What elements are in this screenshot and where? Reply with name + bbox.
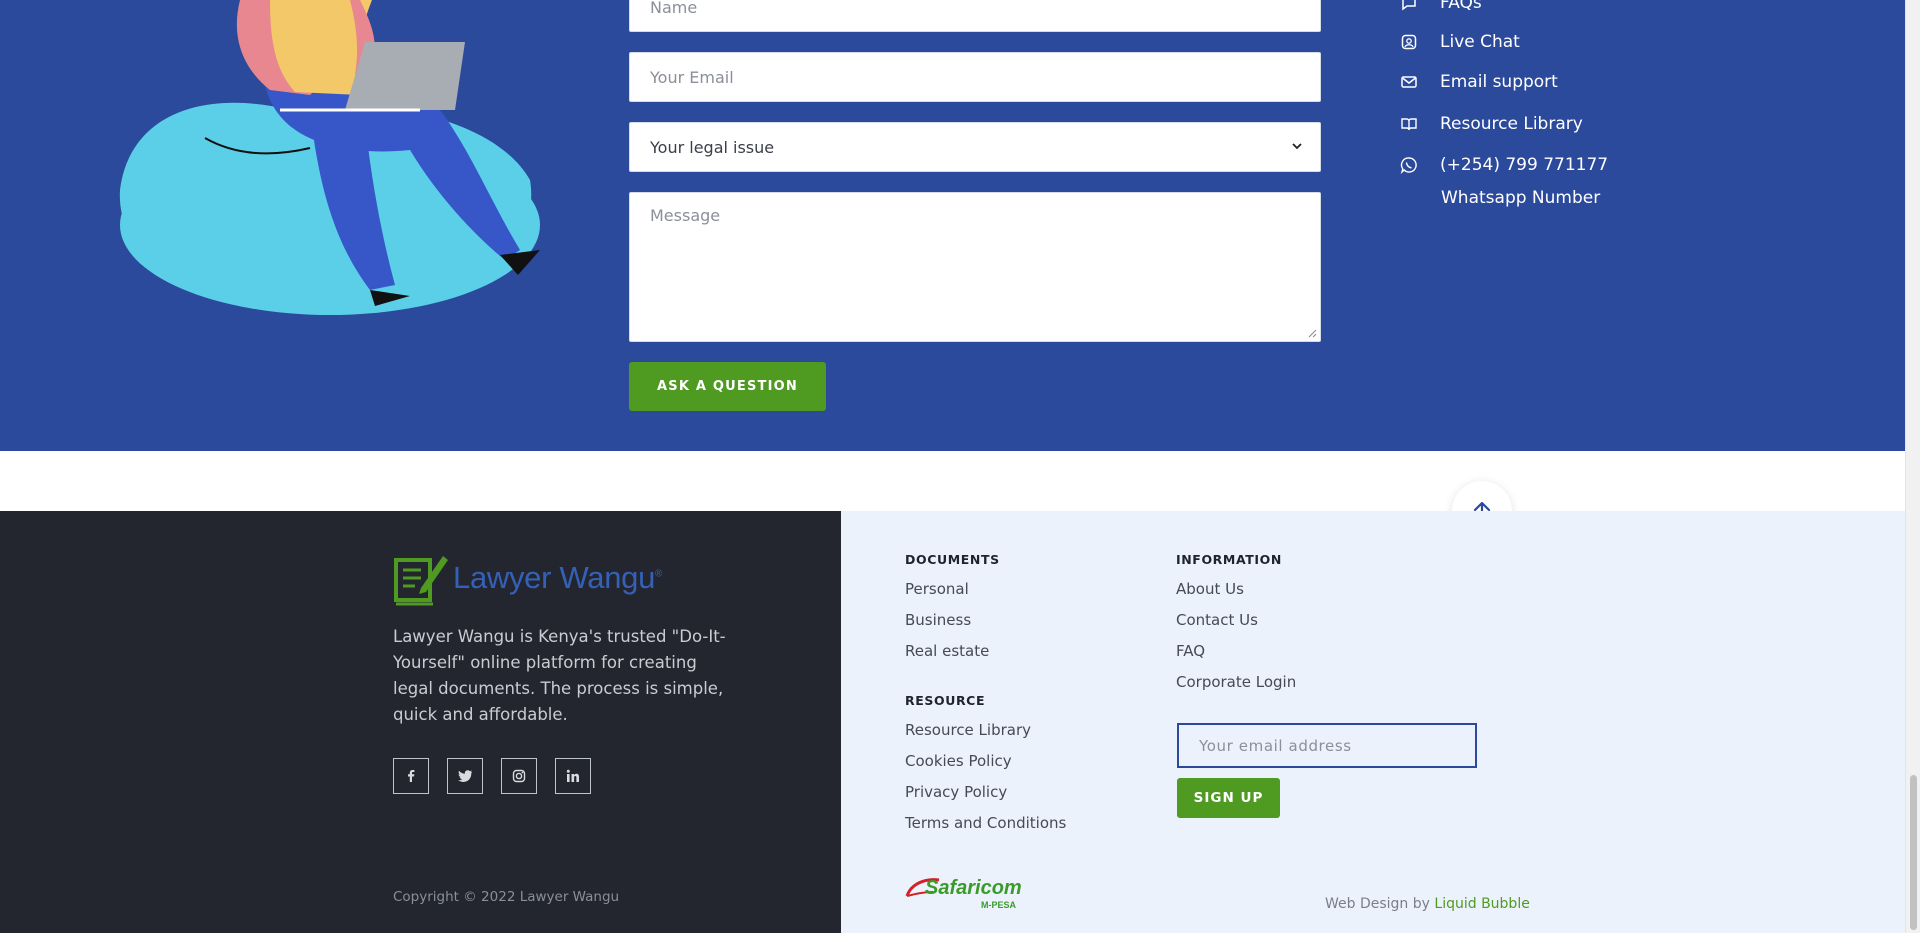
book-icon	[1401, 118, 1417, 131]
resource-library-link[interactable]: Resource Library	[1400, 114, 1583, 134]
information-link-corporate-login[interactable]: Corporate Login	[1176, 673, 1296, 691]
information-link-contact[interactable]: Contact Us	[1176, 611, 1258, 629]
legal-issue-select[interactable]: Your legal issue	[629, 122, 1321, 172]
newsletter-email-input[interactable]: Your email address	[1177, 723, 1477, 768]
registered-mark: ®	[655, 568, 663, 580]
resource-library-label: Resource Library	[1440, 114, 1583, 134]
envelope-icon	[1401, 76, 1417, 88]
resource-link-cookies[interactable]: Cookies Policy	[905, 752, 1012, 770]
whatsapp-link[interactable]: (+254) 799 771177	[1400, 155, 1608, 175]
footer-logo[interactable]: Lawyer Wangu®	[393, 550, 662, 606]
documents-link-real-estate[interactable]: Real estate	[905, 642, 989, 660]
documents-heading: DOCUMENTS	[905, 552, 1000, 567]
whatsapp-label: Whatsapp Number	[1441, 188, 1601, 208]
instagram-icon	[512, 769, 526, 783]
scrollbar-thumb[interactable]	[1910, 775, 1917, 930]
logo-wordmark: Lawyer Wangu®	[453, 560, 662, 596]
information-link-about[interactable]: About Us	[1176, 580, 1244, 598]
documents-link-business[interactable]: Business	[905, 611, 971, 629]
resource-link-privacy[interactable]: Privacy Policy	[905, 783, 1007, 801]
liquid-bubble-link[interactable]: Liquid Bubble	[1434, 896, 1529, 912]
whatsapp-phone: (+254) 799 771177	[1440, 155, 1609, 175]
twitter-icon	[457, 770, 472, 782]
faqs-link[interactable]: FAQs	[1400, 0, 1482, 13]
mpesa-wordmark: M-PESA	[981, 900, 1017, 910]
message-placeholder: Message	[650, 206, 721, 225]
contact-section: Name Your Email Your legal issue Message…	[0, 0, 1905, 451]
resize-handle-icon[interactable]	[1307, 328, 1317, 338]
newsletter-placeholder: Your email address	[1199, 736, 1352, 755]
instagram-link[interactable]	[501, 758, 537, 794]
information-link-faq[interactable]: FAQ	[1176, 642, 1205, 660]
copyright-text: Copyright © 2022 Lawyer Wangu	[393, 889, 620, 905]
whatsapp-icon	[1400, 157, 1417, 174]
person-on-beanbag-illustration	[119, 0, 540, 315]
ask-question-button[interactable]: ASK A QUESTION	[629, 362, 826, 411]
resource-link-library[interactable]: Resource Library	[905, 721, 1031, 739]
linkedin-link[interactable]	[555, 758, 591, 794]
about-text: Lawyer Wangu is Kenya's trusted "Do-It-Y…	[393, 627, 726, 724]
facebook-icon	[408, 770, 415, 782]
twitter-link[interactable]	[447, 758, 483, 794]
linkedin-icon	[566, 769, 579, 782]
web-design-credit: Web Design by Liquid Bubble	[1325, 896, 1530, 912]
sign-up-button[interactable]: SIGN UP	[1177, 778, 1280, 818]
legal-issue-value: Your legal issue	[650, 137, 775, 157]
name-input[interactable]: Name	[629, 0, 1321, 32]
documents-link-personal[interactable]: Personal	[905, 580, 969, 598]
chat-bubble-icon	[1402, 0, 1416, 11]
safaricom-mpesa-logo: Safaricom M-PESA	[905, 877, 1022, 910]
information-heading: INFORMATION	[1176, 552, 1282, 567]
live-chat-link[interactable]: Live Chat	[1400, 32, 1520, 52]
message-textarea[interactable]: Message	[629, 192, 1321, 342]
resource-heading: RESOURCE	[905, 693, 986, 708]
live-chat-label: Live Chat	[1440, 32, 1520, 52]
live-chat-icon	[1401, 34, 1417, 50]
page-scrollbar[interactable]	[1905, 0, 1920, 933]
name-placeholder: Name	[650, 0, 698, 17]
brand-name: Lawyer Wangu	[453, 560, 656, 595]
resource-link-terms[interactable]: Terms and Conditions	[905, 814, 1066, 832]
email-input[interactable]: Your Email	[629, 52, 1321, 102]
email-placeholder: Your Email	[650, 67, 734, 87]
faqs-label: FAQs	[1440, 0, 1482, 13]
email-support-link[interactable]: Email support	[1400, 72, 1558, 92]
safaricom-wordmark: Safaricom	[925, 877, 1022, 899]
document-pen-logo-icon	[394, 556, 448, 606]
chevron-down-icon	[1292, 143, 1302, 150]
web-design-prefix: Web Design by	[1325, 896, 1435, 912]
facebook-link[interactable]	[393, 758, 429, 794]
email-support-label: Email support	[1440, 72, 1558, 92]
